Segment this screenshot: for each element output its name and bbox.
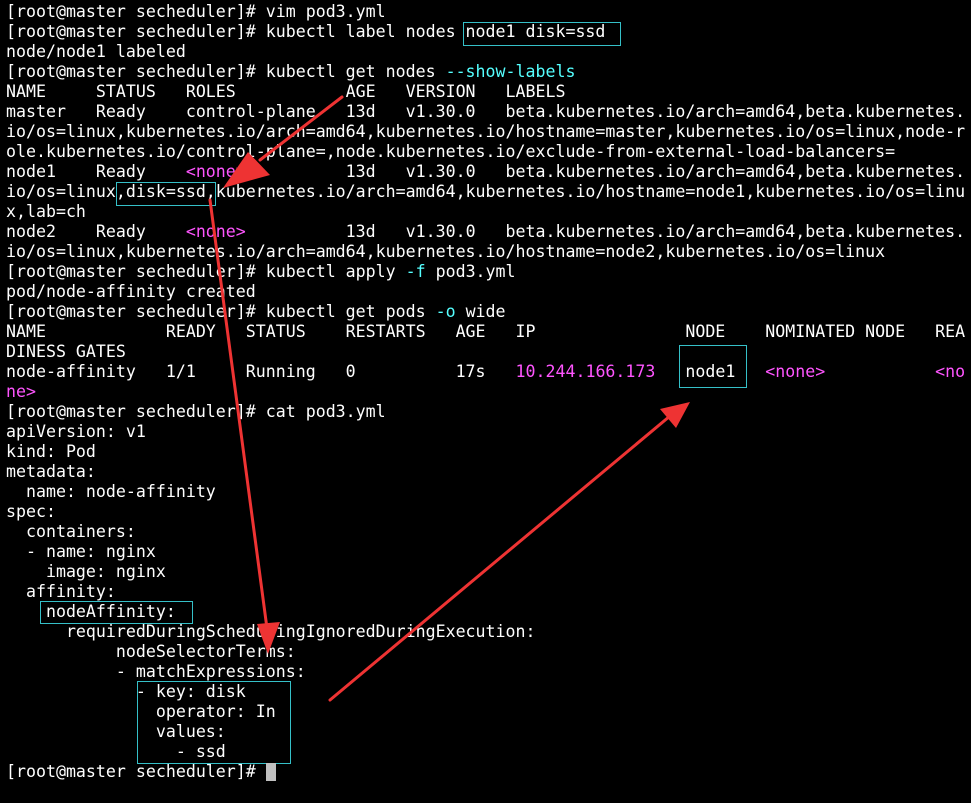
terminal-text: NAME READY STATUS RESTARTS AGE IP NODE N… bbox=[6, 322, 966, 341]
terminal-window[interactable]: [root@master secheduler]# vim pod3.yml [r… bbox=[0, 0, 971, 803]
terminal-line: name: node-affinity bbox=[6, 482, 216, 502]
terminal-text: node2 Ready bbox=[6, 222, 186, 241]
terminal-text: [root@master secheduler]# vim pod3.yml bbox=[6, 2, 386, 21]
terminal-text: wide bbox=[455, 302, 506, 321]
terminal-line: io/os=linux,kubernetes.io/arch=amd64,kub… bbox=[6, 242, 885, 262]
terminal-line: [root@master secheduler]# vim pod3.yml bbox=[6, 2, 386, 22]
terminal-text: [root@master secheduler]# kubectl get po… bbox=[6, 302, 436, 321]
terminal-line: image: nginx bbox=[6, 562, 166, 582]
terminal-text: ole.kubernetes.io/control-plane=,node.ku… bbox=[6, 142, 896, 161]
terminal-text: <none> bbox=[185, 162, 246, 181]
terminal-text: containers: bbox=[6, 522, 136, 541]
terminal-text: ne> bbox=[6, 382, 36, 401]
terminal-text: <none> bbox=[765, 362, 826, 381]
terminal-line: [root@master secheduler]# cat pod3.yml bbox=[6, 402, 386, 422]
terminal-text: 10.244.166.173 bbox=[515, 362, 656, 381]
terminal-line: io/os=linux,kubernetes.io/arch=amd64,kub… bbox=[6, 122, 965, 142]
terminal-line: node1 Ready <none> 13d v1.30.0 beta.kube… bbox=[6, 162, 965, 182]
terminal-text: apiVersion: v1 bbox=[6, 422, 146, 441]
terminal-text: --show-labels bbox=[445, 62, 576, 81]
terminal-line: spec: bbox=[6, 502, 56, 522]
terminal-line: NAME READY STATUS RESTARTS AGE IP NODE N… bbox=[6, 322, 965, 342]
terminal-cursor bbox=[266, 763, 276, 781]
terminal-text: - name: nginx bbox=[6, 542, 156, 561]
terminal-text: requiredDuringSchedulingIgnoredDuringExe… bbox=[6, 622, 536, 641]
highlight-box-disk-label bbox=[116, 182, 216, 206]
terminal-text: [root@master secheduler]# bbox=[6, 762, 266, 781]
terminal-text: image: nginx bbox=[6, 562, 166, 581]
terminal-line: containers: bbox=[6, 522, 136, 542]
highlight-box-label-command bbox=[463, 22, 621, 46]
terminal-text: [root@master secheduler]# kubectl apply bbox=[6, 262, 406, 281]
terminal-line: [root@master secheduler]# kubectl apply … bbox=[6, 262, 516, 282]
terminal-text: metadata: bbox=[6, 462, 96, 481]
highlight-box-node-column bbox=[679, 345, 747, 388]
terminal-line: NAME STATUS ROLES AGE VERSION LABELS bbox=[6, 82, 565, 102]
terminal-line: metadata: bbox=[6, 462, 96, 482]
terminal-line: requiredDuringSchedulingIgnoredDuringExe… bbox=[6, 622, 536, 642]
terminal-line: pod/node-affinity created bbox=[6, 282, 256, 302]
terminal-line: [root@master secheduler]# bbox=[6, 762, 266, 782]
terminal-line: - name: nginx bbox=[6, 542, 156, 562]
terminal-text: <none> bbox=[185, 222, 246, 241]
terminal-line: [root@master secheduler]# kubectl get po… bbox=[6, 302, 506, 322]
highlight-box-match-expression bbox=[137, 681, 291, 764]
terminal-text: [root@master secheduler]# cat pod3.yml bbox=[6, 402, 386, 421]
arrow-to-node-column bbox=[328, 414, 672, 702]
terminal-text: -o bbox=[435, 302, 456, 321]
terminal-line: apiVersion: v1 bbox=[6, 422, 146, 442]
terminal-text: [root@master secheduler]# kubectl get no… bbox=[6, 62, 446, 81]
terminal-text: nodeSelectorTerms: bbox=[6, 642, 296, 661]
highlight-box-node-affinity bbox=[40, 601, 193, 624]
terminal-line: nodeSelectorTerms: bbox=[6, 642, 296, 662]
terminal-text: pod/node-affinity created bbox=[6, 282, 256, 301]
terminal-text: x,lab=ch bbox=[6, 202, 86, 221]
terminal-text: master Ready control-plane 13d v1.30.0 b… bbox=[6, 102, 966, 121]
terminal-text: <no bbox=[935, 362, 966, 381]
terminal-text: io/os=linux,kubernetes.io/arch=amd64,kub… bbox=[6, 242, 886, 261]
terminal-text: spec: bbox=[6, 502, 56, 521]
terminal-text: - matchExpressions: bbox=[6, 662, 306, 681]
terminal-text: 13d v1.30.0 beta.kubernetes.io/arch=amd6… bbox=[245, 162, 966, 181]
arrowhead-node-column bbox=[660, 402, 690, 428]
terminal-text: io/os=linux,kubernetes.io/arch=amd64,kub… bbox=[6, 122, 966, 141]
terminal-line: ne> bbox=[6, 382, 36, 402]
terminal-text: node/node1 labeled bbox=[6, 42, 186, 61]
terminal-line: [root@master secheduler]# kubectl get no… bbox=[6, 62, 575, 82]
terminal-text: DINESS GATES bbox=[6, 342, 126, 361]
terminal-line: node/node1 labeled bbox=[6, 42, 186, 62]
terminal-line: node2 Ready <none> 13d v1.30.0 beta.kube… bbox=[6, 222, 965, 242]
terminal-text: -f bbox=[405, 262, 426, 281]
terminal-line: - matchExpressions: bbox=[6, 662, 306, 682]
terminal-text: pod3.yml bbox=[425, 262, 516, 281]
terminal-line: node-affinity 1/1 Running 0 17s 10.244.1… bbox=[6, 362, 965, 382]
terminal-text: 13d v1.30.0 beta.kubernetes.io/arch=amd6… bbox=[245, 222, 966, 241]
terminal-text: affinity: bbox=[6, 582, 116, 601]
terminal-line: ole.kubernetes.io/control-plane=,node.ku… bbox=[6, 142, 895, 162]
terminal-text: node-affinity 1/1 Running 0 17s bbox=[6, 362, 516, 381]
terminal-line: DINESS GATES bbox=[6, 342, 126, 362]
terminal-text: name: node-affinity bbox=[6, 482, 216, 501]
terminal-text: NAME STATUS ROLES AGE VERSION LABELS bbox=[6, 82, 566, 101]
terminal-line: x,lab=ch bbox=[6, 202, 86, 222]
terminal-text: node1 Ready bbox=[6, 162, 186, 181]
terminal-line: affinity: bbox=[6, 582, 116, 602]
terminal-text: kind: Pod bbox=[6, 442, 96, 461]
terminal-line: master Ready control-plane 13d v1.30.0 b… bbox=[6, 102, 965, 122]
terminal-line: kind: Pod bbox=[6, 442, 96, 462]
